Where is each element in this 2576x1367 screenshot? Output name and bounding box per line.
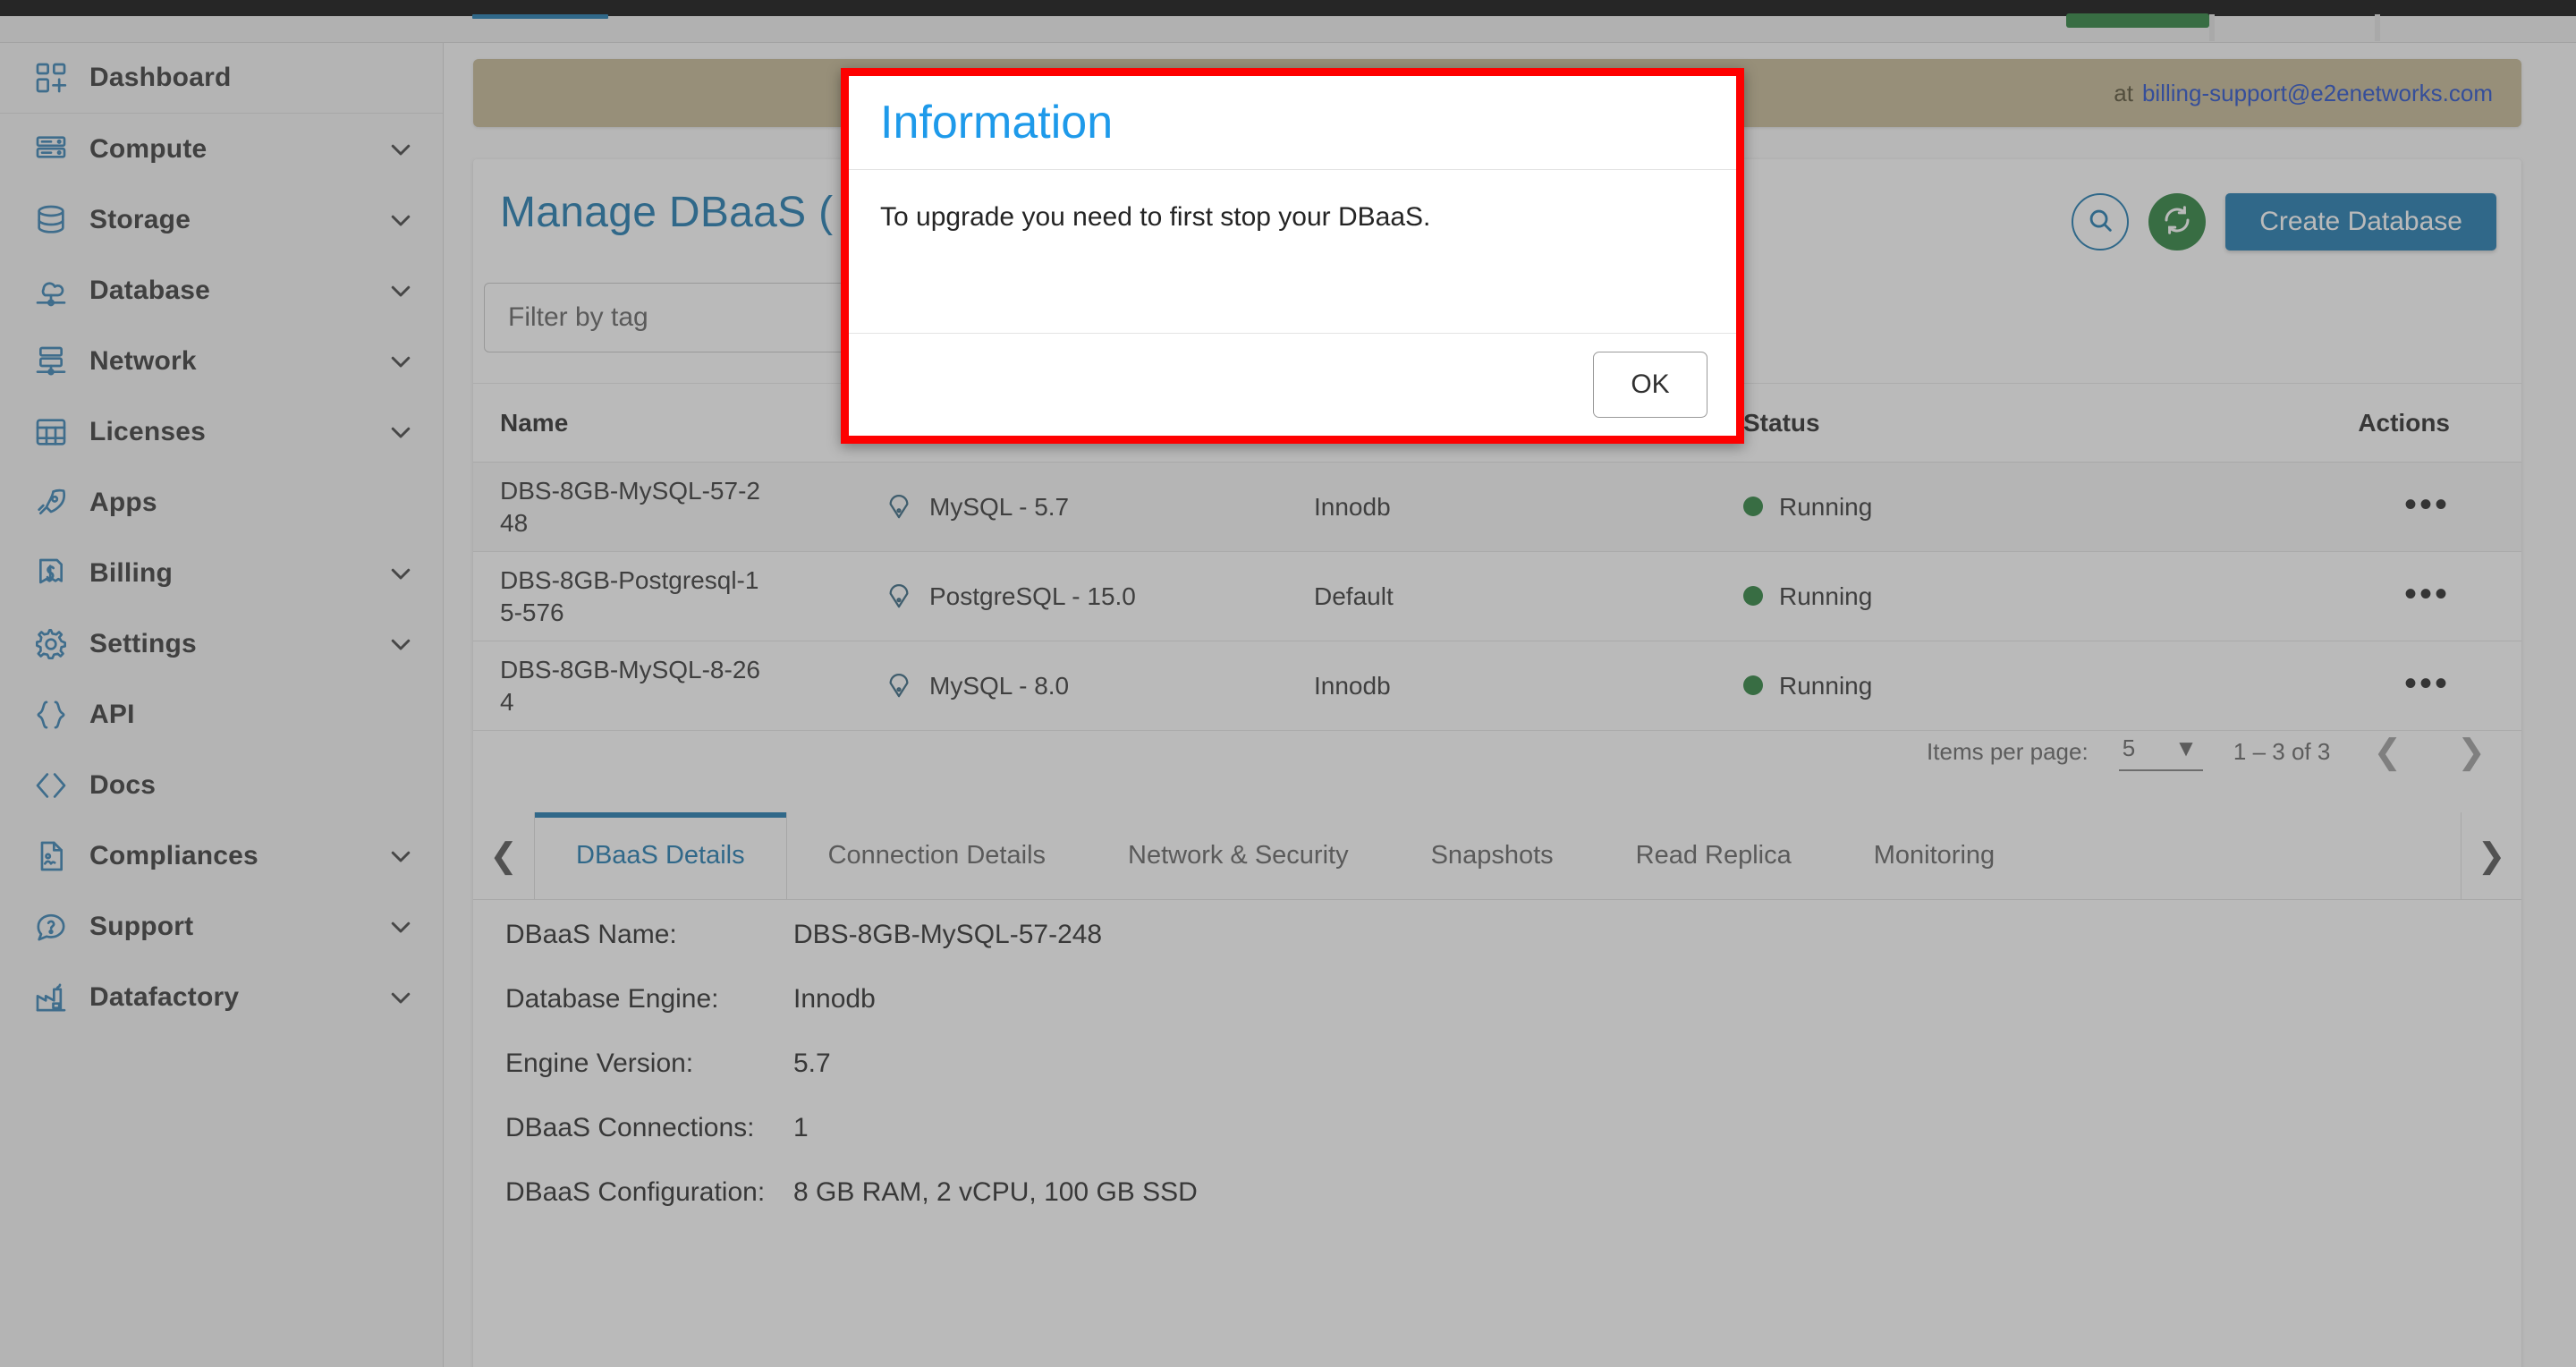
dialog-title: Information [880,97,1114,149]
information-dialog: Information To upgrade you need to first… [841,68,1744,444]
app-root: Dashboard Compute Storage Database Network Li… [0,0,2576,1367]
ok-button[interactable]: OK [1593,352,1707,418]
dialog-body: To upgrade you need to first stop your D… [849,170,1736,334]
dialog-footer: OK [849,334,1736,436]
dialog-header: Information [849,76,1736,170]
dialog-message: To upgrade you need to first stop your D… [880,202,1431,232]
